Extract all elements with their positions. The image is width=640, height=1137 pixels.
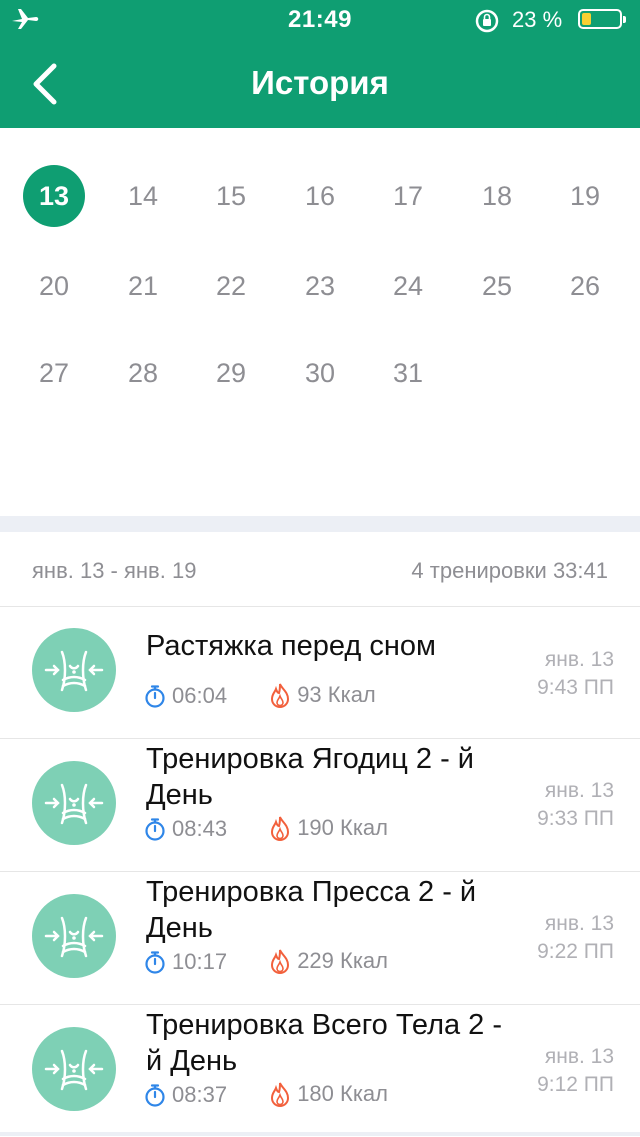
week-totals: 4 тренировки 33:41 (411, 558, 608, 583)
calendar-day[interactable]: 16 (289, 165, 351, 227)
workout-item[interactable]: Тренировка Пресса 2 - й День 10:17 229 К… (0, 872, 640, 1005)
workout-item[interactable]: Тренировка Всего Тела 2 - й День 08:37 1… (0, 1005, 640, 1137)
calendar-day[interactable]: 17 (377, 165, 439, 227)
flame-icon (271, 1082, 290, 1107)
calendar-day[interactable]: 25 (466, 255, 528, 317)
waist-icon (32, 761, 116, 845)
timer-icon (145, 1084, 165, 1107)
workout-name: Тренировка Ягодиц 2 - й День (146, 743, 474, 811)
workout-datetime: янв. 13 9:43 ПП (484, 646, 614, 702)
workout-datetime: янв. 13 9:33 ПП (484, 777, 614, 833)
workout-stats: 10:17 229 Ккал (144, 948, 424, 980)
timer-icon (145, 818, 165, 841)
workout-duration: 08:43 (172, 816, 228, 841)
calendar-day[interactable]: 30 (289, 342, 351, 404)
workout-stats: 06:04 93 Ккал (144, 682, 412, 714)
workout-stats: 08:43 190 Ккал (144, 815, 424, 847)
calendar-day[interactable]: 19 (554, 165, 616, 227)
calendar-day[interactable]: 24 (377, 255, 439, 317)
calendar-day[interactable]: 18 (466, 165, 528, 227)
workout-calories: 229 Ккал (297, 948, 389, 973)
flame-icon (271, 816, 290, 841)
calendar-day[interactable]: 21 (112, 255, 174, 317)
workout-time: 9:43 ПП (537, 676, 614, 699)
timer-icon (145, 951, 165, 974)
workout-date: янв. 13 (544, 912, 614, 935)
timer-icon (145, 685, 165, 708)
page-title: История (251, 64, 389, 101)
workout-name: Тренировка Пресса 2 - й День (146, 876, 477, 944)
bottom-divider (0, 1132, 640, 1136)
workout-list: Растяжка перед сном 06:04 93 Ккал янв. 1… (0, 606, 640, 1137)
workout-duration: 10:17 (172, 949, 228, 974)
calendar-day[interactable]: 28 (112, 342, 174, 404)
workout-stats: 08:37 180 Ккал (144, 1081, 424, 1113)
waist-icon (32, 894, 116, 978)
workout-datetime: янв. 13 9:12 ПП (484, 1043, 614, 1099)
flame-icon (271, 949, 290, 974)
workout-duration: 06:04 (172, 683, 228, 708)
workout-duration: 08:37 (172, 1082, 228, 1107)
battery-percent: 23 % (512, 7, 563, 32)
calendar-day[interactable]: 20 (23, 255, 85, 317)
calendar-day[interactable]: 23 (289, 255, 351, 317)
workout-item[interactable]: Тренировка Ягодиц 2 - й День 08:43 190 К… (0, 739, 640, 872)
calendar-day-selected[interactable]: 13 (23, 165, 85, 227)
workout-calories: 180 Ккал (297, 1081, 389, 1106)
calendar: 13 14 15 16 17 18 19 20 21 22 23 24 25 2… (0, 128, 640, 516)
week-summary-row: янв. 13 - янв. 19 4 тренировки 33:41 (0, 532, 640, 607)
workout-calories: 190 Ккал (297, 815, 389, 840)
workout-date: янв. 13 (544, 648, 614, 671)
status-bar: 21:49 23 % (0, 0, 640, 40)
workout-item[interactable]: Растяжка перед сном 06:04 93 Ккал янв. 1… (0, 606, 640, 739)
workout-date: янв. 13 (544, 1045, 614, 1068)
calendar-day[interactable]: 14 (112, 165, 174, 227)
battery-icon (578, 9, 626, 29)
workout-time: 9:33 ПП (537, 807, 614, 830)
waist-icon (32, 1027, 116, 1111)
workout-name: Тренировка Всего Тела 2 - й День (146, 1009, 503, 1077)
week-range: янв. 13 - янв. 19 (32, 558, 197, 583)
waist-icon (32, 628, 116, 712)
workout-date: янв. 13 (544, 779, 614, 802)
workout-time: 9:22 ПП (537, 940, 614, 963)
calendar-day[interactable]: 29 (200, 342, 262, 404)
rotation-lock-icon (474, 8, 500, 39)
calendar-day[interactable]: 22 (200, 255, 262, 317)
calendar-day[interactable]: 31 (377, 342, 439, 404)
calendar-day[interactable]: 27 (23, 342, 85, 404)
calendar-day[interactable]: 26 (554, 255, 616, 317)
calendar-day[interactable]: 15 (200, 165, 262, 227)
header: 21:49 23 % История (0, 0, 640, 128)
section-divider (0, 516, 640, 532)
workout-name: Растяжка перед сном (146, 630, 436, 662)
workout-time: 9:12 ПП (537, 1073, 614, 1096)
workout-calories: 93 Ккал (297, 682, 376, 707)
workout-datetime: янв. 13 9:22 ПП (484, 910, 614, 966)
flame-icon (271, 683, 290, 708)
